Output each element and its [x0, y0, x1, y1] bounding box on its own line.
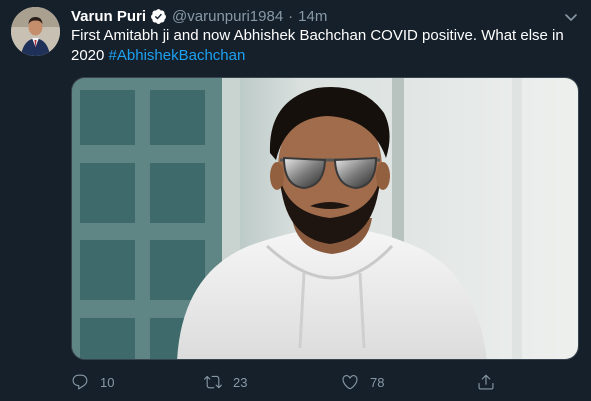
author-handle[interactable]: @varunpuri1984	[172, 8, 283, 25]
reply-count: 10	[100, 374, 115, 390]
chevron-down-icon[interactable]	[563, 9, 579, 25]
tweet-timestamp[interactable]: 14m	[298, 8, 327, 25]
retweet-button[interactable]: 23	[204, 371, 247, 393]
tweet-actions: 10 23 78	[71, 371, 501, 393]
hashtag-link[interactable]: #AbhishekBachchan	[109, 47, 246, 64]
display-name[interactable]: Varun Puri	[71, 8, 146, 25]
photo-image	[72, 78, 578, 359]
heart-icon	[342, 375, 358, 390]
reply-button[interactable]: 10	[71, 371, 114, 393]
separator-dot: ·	[288, 7, 294, 25]
tweet-text: First Amitabh ji and now Abhishek Bachch…	[71, 26, 576, 66]
retweet-count: 23	[233, 374, 248, 390]
like-button[interactable]: 78	[341, 371, 384, 393]
retweet-icon	[204, 375, 222, 389]
avatar[interactable]	[11, 7, 60, 56]
tweet-card[interactable]: Varun Puri @varunpuri1984 · 14m First Am…	[0, 0, 591, 401]
like-count: 78	[370, 374, 385, 390]
share-button[interactable]	[477, 371, 495, 393]
avatar-image	[11, 7, 60, 56]
reply-icon	[72, 374, 88, 390]
tweet-header: Varun Puri @varunpuri1984 · 14m	[71, 6, 327, 26]
tweet-photo[interactable]	[71, 77, 579, 360]
verified-badge-icon	[150, 8, 167, 25]
share-icon	[478, 374, 494, 390]
